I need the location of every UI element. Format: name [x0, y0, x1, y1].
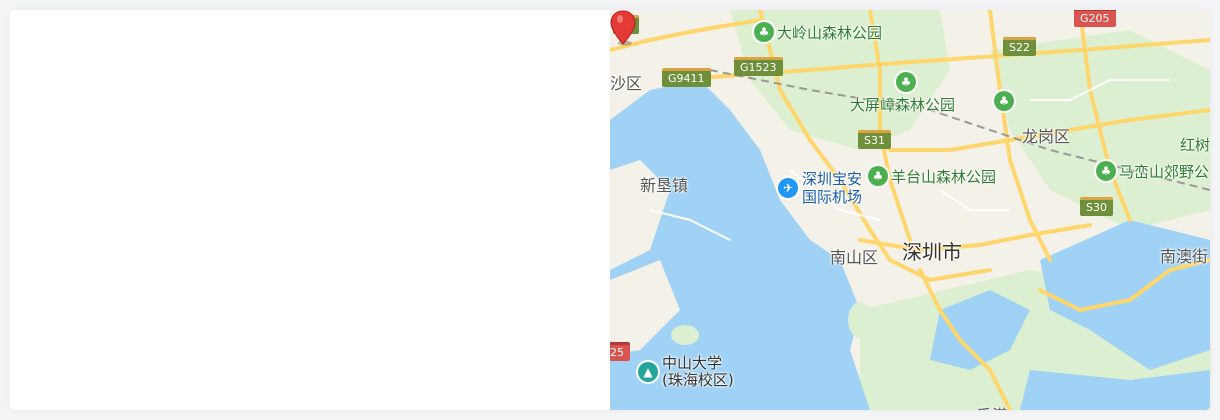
poi-label-airport: 深圳宝安 国际机场 [802, 170, 862, 206]
graduation-cap-icon: ▲ [638, 362, 658, 382]
route-shield-s30: S30 [1080, 197, 1113, 216]
place-label-longgang: 龙岗区 [1022, 127, 1071, 146]
place-label-xinken: 新垦镇 [640, 176, 689, 195]
tree-icon: ♣ [1096, 161, 1116, 181]
poi-label-dapingzhang: 大屏嶂森林公园 [850, 96, 956, 114]
tree-icon: ♣ [994, 91, 1014, 111]
university-label-line1: 中山大学 [662, 354, 723, 372]
place-label-nanshan: 南山区 [830, 248, 879, 267]
place-label-shenzhen: 深圳市 [902, 240, 962, 264]
airport-label-line2: 国际机场 [802, 188, 863, 206]
university-label-line2: (珠海校区) [662, 371, 734, 389]
route-shield-g9411: G9411 [662, 68, 711, 87]
blank-content-pane [10, 10, 610, 410]
airplane-icon: ✈ [778, 178, 798, 198]
poi-label-yangtaishan: 羊台山森林公园 [891, 168, 997, 186]
route-shield-s31: S31 [858, 130, 891, 149]
map-pin-icon[interactable] [610, 10, 636, 46]
place-label-bottom: 香港 [976, 402, 1008, 410]
tree-icon: ♣ [754, 22, 774, 42]
poi-label-university: 中山大学 (珠海校区) [662, 355, 734, 389]
poi-label-hong: 红树 [1180, 136, 1210, 154]
map-card: S6 G9411 G1523 S22 S31 S30 G205 25 ♣ 大岭山… [10, 10, 1210, 410]
place-label-shaqu: 沙区 [610, 74, 643, 93]
map-view[interactable]: S6 G9411 G1523 S22 S31 S30 G205 25 ♣ 大岭山… [610, 10, 1210, 410]
poi-label-dalingshan: 大岭山森林公园 [777, 24, 883, 42]
place-label-nanao: 南澳街 [1160, 247, 1209, 266]
route-shield-s25: 25 [610, 342, 630, 361]
route-shield-g1523: G1523 [734, 57, 783, 76]
tree-icon: ♣ [868, 166, 888, 186]
poi-label-maluanshan: 马峦山郊野公 [1119, 163, 1210, 181]
route-shield-s22: S22 [1003, 37, 1036, 56]
route-shield-g205: G205 [1074, 10, 1116, 27]
tree-icon: ♣ [896, 72, 916, 92]
airport-label-line1: 深圳宝安 [802, 170, 863, 188]
